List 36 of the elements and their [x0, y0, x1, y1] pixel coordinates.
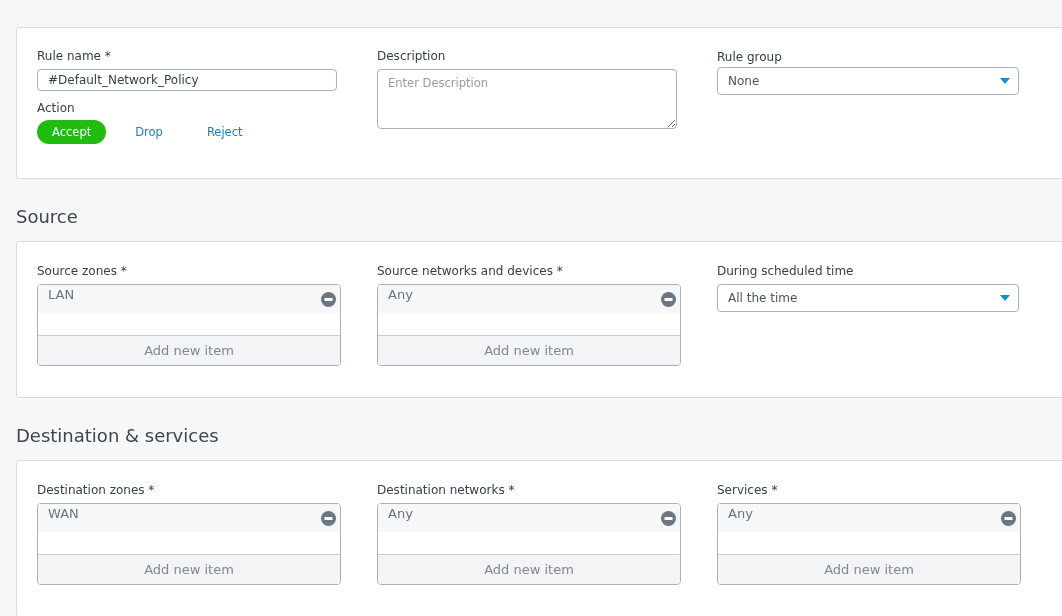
caret-icon	[1000, 78, 1010, 84]
remove-icon[interactable]	[1001, 511, 1016, 526]
caret-icon	[1000, 295, 1010, 301]
remove-icon[interactable]	[321, 511, 336, 526]
field-label: Rule group	[717, 49, 782, 65]
list-item: LAN	[48, 287, 75, 303]
remove-icon[interactable]	[321, 292, 336, 307]
field-label: During scheduled time	[717, 263, 854, 279]
field-label: Destination zones *	[37, 482, 155, 498]
action-option[interactable]: Reject	[191, 120, 258, 144]
action-option[interactable]: Accept	[37, 120, 107, 144]
field-label: Description	[377, 48, 446, 64]
field-label: Action	[37, 100, 75, 116]
rule-name-field[interactable]: #Default_Network_Policy	[37, 69, 337, 91]
list-item: Any	[388, 287, 413, 303]
add-item-button[interactable]: Add new item	[38, 554, 340, 584]
list-item: WAN	[48, 506, 79, 522]
action-option[interactable]: Drop	[120, 120, 178, 144]
section-title: Source	[16, 206, 79, 228]
add-item-button[interactable]: Add new item	[38, 335, 340, 365]
add-item-button[interactable]: Add new item	[378, 554, 680, 584]
remove-icon[interactable]	[661, 292, 676, 307]
field-label: Rule name *	[37, 48, 111, 64]
field-label: Services *	[717, 482, 778, 498]
schedule-dropdown[interactable]: All the time	[717, 284, 1019, 312]
section-title: Destination & services	[16, 425, 220, 447]
field-label: Destination networks *	[377, 482, 515, 498]
description-field[interactable]: Enter Description	[377, 69, 677, 129]
list-item: Any	[388, 506, 413, 522]
add-item-button[interactable]: Add new item	[378, 335, 680, 365]
list-item: Any	[728, 506, 753, 522]
field-label: Source zones *	[37, 263, 127, 279]
add-item-button[interactable]: Add new item	[718, 554, 1020, 584]
remove-icon[interactable]	[661, 511, 676, 526]
field-label: Source networks and devices *	[377, 263, 563, 279]
rule-group-dropdown[interactable]: None	[717, 67, 1019, 95]
